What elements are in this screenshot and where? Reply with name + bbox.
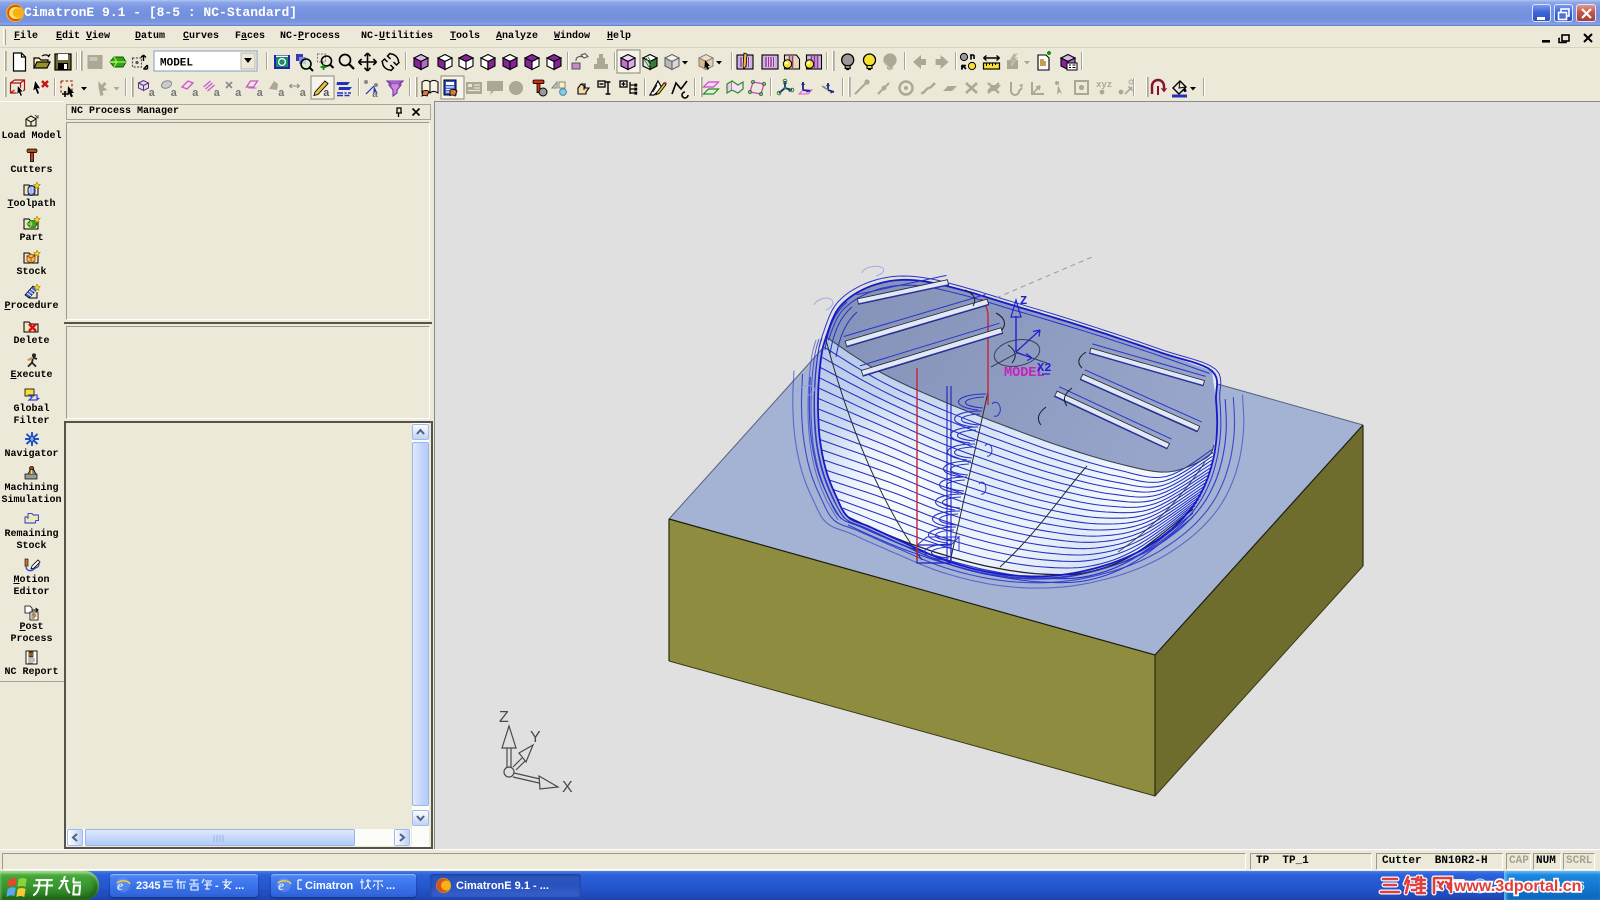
svg-text:xyz: xyz <box>1096 80 1112 90</box>
svg-text:a: a <box>149 88 156 100</box>
svg-text:a: a <box>300 88 307 100</box>
svg-text:Cimatron: Cimatron <box>305 880 354 892</box>
svg-text:a: a <box>257 88 264 100</box>
svg-text:X: X <box>562 779 573 796</box>
svg-text:a: a <box>278 88 285 100</box>
svg-text:...: ... <box>386 880 395 892</box>
svg-text:Z: Z <box>499 709 509 726</box>
svg-text:X2: X2 <box>1037 361 1051 375</box>
svg-text:a: a <box>323 88 330 100</box>
svg-text:www.3dportal.cn: www.3dportal.cn <box>1453 878 1581 895</box>
svg-text:...: ... <box>235 880 244 892</box>
svg-text:CimatronE 9.1 - ...: CimatronE 9.1 - ... <box>456 880 549 892</box>
svg-text:Z: Z <box>1020 294 1027 308</box>
svg-text:2345: 2345 <box>136 880 160 892</box>
svg-text:a: a <box>214 88 221 100</box>
svg-text:a: a <box>372 90 378 101</box>
svg-text:-: - <box>215 880 219 892</box>
svg-text:MODEL: MODEL <box>160 58 193 70</box>
svg-text:a: a <box>192 88 199 100</box>
svg-text:a: a <box>171 88 178 100</box>
svg-text:Y: Y <box>530 729 541 746</box>
svg-text:a: a <box>235 88 242 100</box>
